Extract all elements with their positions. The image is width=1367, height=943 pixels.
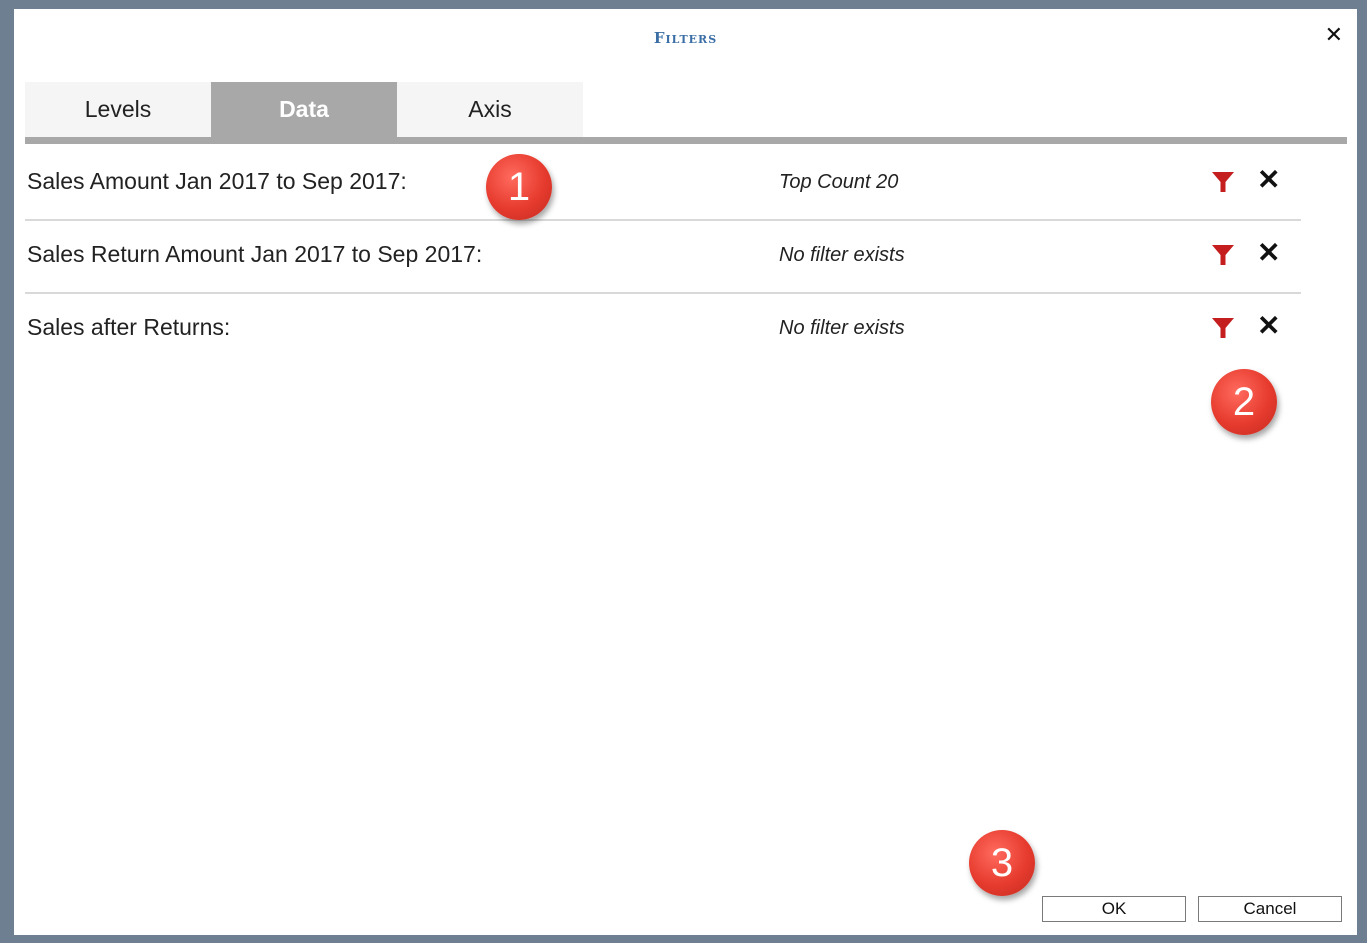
filter-row-sales-return: Sales Return Amount Jan 2017 to Sep 2017…	[25, 220, 1301, 294]
filter-icon[interactable]	[1210, 242, 1236, 268]
tab-bar: Levels Data Axis	[25, 82, 583, 137]
row-label: Sales Amount Jan 2017 to Sep 2017:	[27, 168, 407, 194]
filter-icon[interactable]	[1210, 315, 1236, 341]
close-icon[interactable]: ✕	[1257, 166, 1280, 194]
close-dialog-button[interactable]: ✕	[1325, 25, 1343, 47]
close-icon[interactable]: ✕	[1257, 239, 1280, 267]
callout-marker-1: 1	[486, 154, 552, 220]
cancel-button[interactable]: Cancel	[1198, 896, 1342, 922]
filter-row-sales-amount: Sales Amount Jan 2017 to Sep 2017: Top C…	[25, 147, 1301, 221]
tab-levels[interactable]: Levels	[25, 82, 211, 137]
callout-marker-2: 2	[1211, 369, 1277, 435]
filters-dialog: Filters ✕ Levels Data Axis Sales Amount …	[14, 9, 1357, 935]
filter-row-sales-after-returns: Sales after Returns: No filter exists ✕	[25, 293, 1301, 365]
callout-marker-3: 3	[969, 830, 1035, 896]
close-icon[interactable]: ✕	[1257, 312, 1280, 340]
filter-status: No filter exists	[779, 244, 905, 266]
filter-status: Top Count 20	[779, 171, 899, 193]
row-label: Sales Return Amount Jan 2017 to Sep 2017…	[27, 241, 483, 267]
filter-status: No filter exists	[779, 317, 905, 339]
filter-icon[interactable]	[1210, 169, 1236, 195]
tab-underline	[25, 137, 1347, 144]
tab-axis[interactable]: Axis	[397, 82, 583, 137]
dialog-title: Filters	[653, 29, 718, 47]
ok-button[interactable]: OK	[1042, 896, 1186, 922]
tab-data[interactable]: Data	[211, 82, 397, 137]
row-label: Sales after Returns:	[27, 314, 231, 340]
